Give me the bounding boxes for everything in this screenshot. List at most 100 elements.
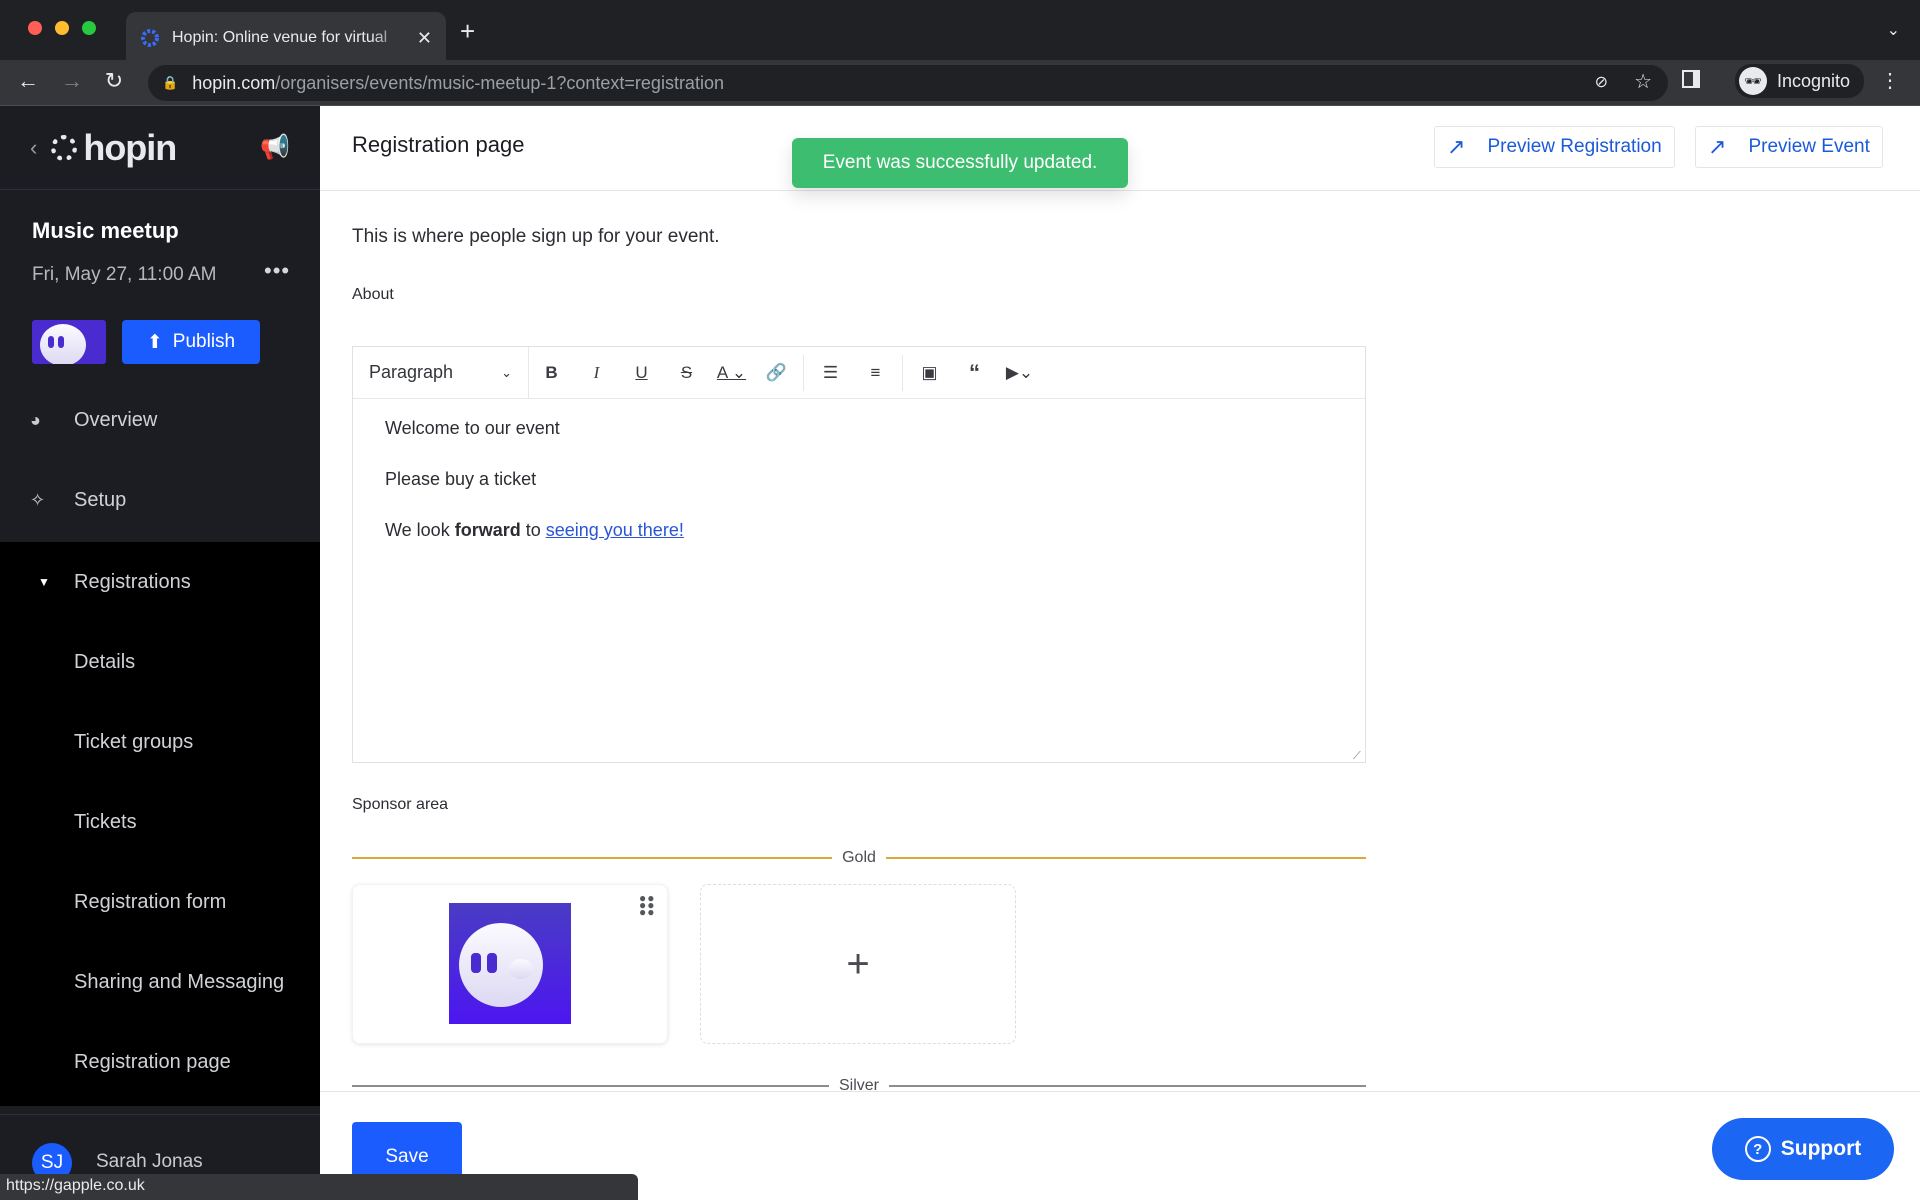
bold-text: forward <box>454 520 521 540</box>
chevron-down-icon: ⌄ <box>501 364 512 380</box>
editor-line: Welcome to our event <box>385 418 560 438</box>
maximize-window-button[interactable] <box>82 21 96 35</box>
browser-menu-icon[interactable]: ⋮ <box>1880 68 1900 93</box>
minimize-window-button[interactable] <box>55 21 69 35</box>
strikethrough-icon[interactable]: S <box>664 363 709 383</box>
success-toast: Event was successfully updated. <box>792 138 1128 188</box>
pie-chart-icon: ◕ <box>30 409 41 430</box>
page-description: This is where people sign up for your ev… <box>352 226 720 247</box>
preview-event-label: Preview Event <box>1748 136 1870 157</box>
tier-label: Gold <box>842 849 876 866</box>
side-panel-icon[interactable] <box>1682 70 1700 88</box>
bulleted-list-icon[interactable]: ☰ <box>808 363 853 383</box>
sidebar-item-label: Setup <box>74 488 127 511</box>
link-status-bar: https://gapple.co.uk <box>0 1174 638 1200</box>
editor-toolbar: Paragraph ⌄ B I U S A ⌄ 🔗 ☰ ≡ ▣ “ ▶⌄ <box>353 346 1365 399</box>
resize-handle-icon[interactable]: ⟋ <box>1353 750 1363 762</box>
event-thumbnail[interactable] <box>32 320 106 364</box>
publish-label: Publish <box>172 331 236 352</box>
external-link-icon: ↗ <box>1447 134 1466 159</box>
incognito-icon: 🕶 <box>1738 67 1767 95</box>
incognito-label: Incognito <box>1776 70 1850 91</box>
hopin-favicon-icon <box>141 29 159 47</box>
main-content: Registration page Event was successfully… <box>320 106 1920 1200</box>
eye-off-icon[interactable]: ⊘ <box>1595 72 1608 92</box>
browser-toolbar: ← → ↻ 🔒 hopin.com/organisers/events/musi… <box>0 60 1920 106</box>
brand-text: hopin <box>83 126 177 168</box>
numbered-list-icon[interactable]: ≡ <box>853 363 898 383</box>
rich-text-editor[interactable]: Paragraph ⌄ B I U S A ⌄ 🔗 ☰ ≡ ▣ “ ▶⌄ Wel… <box>352 346 1366 763</box>
hopin-logo-mark-icon <box>51 134 78 161</box>
close-tab-icon[interactable]: ✕ <box>417 28 432 49</box>
editor-content[interactable]: Welcome to our event Please buy a ticket… <box>353 399 1365 592</box>
support-button[interactable]: ? Support <box>1712 1118 1894 1180</box>
italic-icon[interactable]: I <box>574 363 619 383</box>
plus-icon: + <box>846 941 870 986</box>
upload-icon: ⬆ <box>146 331 163 353</box>
text-color-icon[interactable]: A ⌄ <box>709 363 754 383</box>
tab-search-chevron-icon[interactable]: ⌄ <box>1887 20 1900 40</box>
block-type-select[interactable]: Paragraph ⌄ <box>369 346 529 399</box>
subnav-item-ticket-groups[interactable]: Ticket groups <box>0 702 320 782</box>
preview-registration-label: Preview Registration <box>1487 136 1662 157</box>
text-run: We look <box>385 520 455 540</box>
megaphone-icon[interactable]: 📢 <box>260 133 290 162</box>
add-sponsor-button[interactable]: + <box>700 884 1016 1044</box>
browser-tab[interactable]: Hopin: Online venue for virtual ✕ <box>126 12 446 64</box>
url-path: /organisers/events/music-meetup-1?contex… <box>275 72 724 93</box>
subnav-item-sharing-messaging[interactable]: Sharing and Messaging <box>0 942 320 1022</box>
subnav-item-registration-form[interactable]: Registration form <box>0 862 320 942</box>
sidebar: ‹ hopin 📢 Music meetup Fri, May 27, 11:0… <box>0 106 320 1200</box>
about-label: About <box>352 286 394 303</box>
url-host: hopin.com <box>192 72 276 93</box>
sidebar-item-registrations[interactable]: ▼ Registrations <box>0 542 320 622</box>
new-tab-button[interactable]: + <box>460 16 475 47</box>
media-embed-icon[interactable]: ▶⌄ <box>997 363 1042 383</box>
back-button[interactable]: ← <box>14 68 42 94</box>
link-icon[interactable]: 🔗 <box>754 363 799 383</box>
publish-button[interactable]: ⬆ Publish <box>122 320 260 364</box>
bold-icon[interactable]: B <box>529 363 574 383</box>
sidebar-item-setup[interactable]: ✧ Setup <box>0 460 320 540</box>
subnav-label: Tickets <box>74 810 137 833</box>
bookmark-star-icon[interactable]: ☆ <box>1634 69 1652 94</box>
sidebar-item-label: Overview <box>74 408 158 431</box>
sidebar-item-overview[interactable]: ◕ Overview <box>0 380 320 460</box>
external-link-icon: ↗ <box>1708 134 1727 159</box>
preview-registration-button[interactable]: ↗ Preview Registration <box>1434 126 1675 168</box>
hopin-logo[interactable]: hopin <box>51 126 177 169</box>
help-icon: ? <box>1744 1136 1771 1162</box>
sidebar-header: ‹ hopin 📢 <box>0 106 320 190</box>
subnav-label: Ticket groups <box>74 730 194 753</box>
user-name: Sarah Jonas <box>96 1151 203 1172</box>
tier-divider-gold: Gold <box>352 848 1367 868</box>
page-header: Registration page Event was successfully… <box>320 106 1920 191</box>
registrations-subnav: ▼ Registrations Details Ticket groups Ti… <box>0 542 320 1106</box>
support-label: Support <box>1780 1137 1862 1160</box>
preview-event-button[interactable]: ↗ Preview Event <box>1695 126 1883 168</box>
subnav-item-details[interactable]: Details <box>0 622 320 702</box>
forward-button[interactable]: → <box>58 68 86 94</box>
editor-line: Please buy a ticket <box>385 469 537 489</box>
subnav-item-registration-page[interactable]: Registration page <box>0 1022 320 1102</box>
sidebar-item-label: Registrations <box>74 570 191 593</box>
subnav-item-tickets[interactable]: Tickets <box>0 782 320 862</box>
lock-icon: 🔒 <box>162 75 179 90</box>
tab-title: Hopin: Online venue for virtual <box>172 29 388 46</box>
more-options-icon[interactable]: ••• <box>264 258 290 284</box>
incognito-badge[interactable]: 🕶 Incognito <box>1734 64 1864 98</box>
sponsor-card[interactable]: ●● ●● ●● <box>352 884 668 1044</box>
event-name: Music meetup <box>32 218 179 243</box>
event-date: Fri, May 27, 11:00 AM <box>32 264 217 285</box>
address-bar[interactable]: 🔒 hopin.com/organisers/events/music-meet… <box>148 65 1668 101</box>
browser-tabstrip: Hopin: Online venue for virtual ✕ + ⌄ <box>0 0 1920 64</box>
subnav-label: Registration page <box>74 1050 231 1073</box>
underline-icon[interactable]: U <box>619 363 664 383</box>
quote-icon[interactable]: “ <box>952 360 997 386</box>
back-chevron-icon[interactable]: ‹ <box>30 135 37 161</box>
editor-link[interactable]: seeing you there! <box>546 520 684 540</box>
image-icon[interactable]: ▣ <box>907 363 952 383</box>
drag-handle-icon[interactable]: ●● ●● ●● <box>639 892 655 918</box>
reload-button[interactable]: ↻ <box>100 68 128 94</box>
close-window-button[interactable] <box>28 21 42 35</box>
